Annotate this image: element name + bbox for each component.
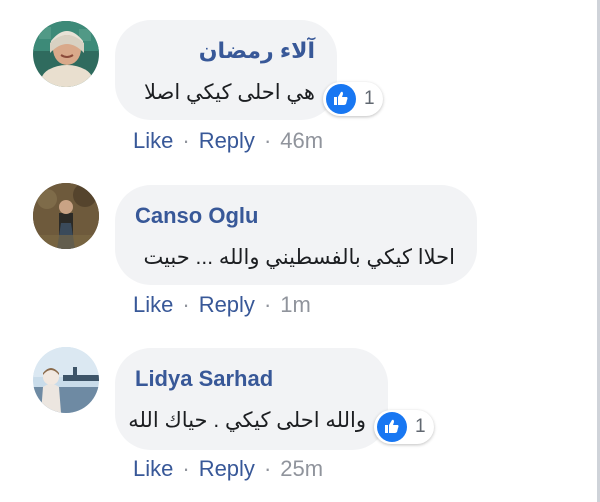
reply-link[interactable]: Reply: [199, 456, 255, 481]
comment-text: والله احلى كيكي . حياك الله: [128, 409, 366, 432]
comment-time[interactable]: 46m: [280, 128, 323, 153]
reaction-count: 1: [415, 416, 426, 437]
thumbs-up-icon: [377, 412, 407, 442]
avatar[interactable]: [33, 183, 99, 249]
like-link[interactable]: Like: [133, 456, 173, 481]
comment-actions: Like · Reply · 25m: [133, 456, 323, 482]
thumbs-up-icon: [326, 84, 356, 114]
avatar-image: [33, 183, 99, 249]
comment-text: احلاا كيكي بالفسطيني والله ... حبيت: [143, 246, 455, 269]
comment-time[interactable]: 1m: [280, 292, 311, 317]
reaction-badge[interactable]: 1: [323, 82, 383, 116]
avatar[interactable]: [33, 347, 99, 413]
avatar-image: [33, 21, 99, 87]
reply-link[interactable]: Reply: [199, 128, 255, 153]
like-link[interactable]: Like: [133, 292, 173, 317]
separator: ·: [182, 128, 190, 153]
comment-3: Lidya Sarhad والله احلى كيكي . حياك الله…: [0, 330, 597, 502]
reaction-count: 1: [364, 88, 375, 109]
separator: ·: [263, 292, 272, 317]
like-link[interactable]: Like: [133, 128, 173, 153]
comment-author[interactable]: Lidya Sarhad: [135, 366, 273, 392]
avatar-image: [33, 347, 99, 413]
separator: ·: [182, 292, 190, 317]
separator: ·: [182, 456, 190, 481]
comment-2: Canso Oglu احلاا كيكي بالفسطيني والله ..…: [0, 165, 597, 330]
reaction-badge[interactable]: 1: [374, 410, 434, 444]
comment-bubble: آلاء رمضان هي احلى كيكي اصلا: [115, 20, 337, 120]
comment-1: آلاء رمضان هي احلى كيكي اصلا 1 Like · Repl…: [0, 0, 597, 165]
comment-time[interactable]: 25m: [280, 456, 323, 481]
reply-link[interactable]: Reply: [199, 292, 255, 317]
comment-actions: Like · Reply · 46m: [133, 128, 323, 154]
comment-text: هي احلى كيكي اصلا: [144, 81, 315, 104]
separator: ·: [263, 456, 272, 481]
comment-bubble: Lidya Sarhad والله احلى كيكي . حياك الله: [115, 348, 388, 450]
avatar[interactable]: [33, 21, 99, 87]
comment-actions: Like · Reply · 1m: [133, 292, 311, 318]
comment-author[interactable]: آلاء رمضان: [199, 38, 315, 64]
comment-author[interactable]: Canso Oglu: [135, 203, 258, 229]
comment-bubble: Canso Oglu احلاا كيكي بالفسطيني والله ..…: [115, 185, 477, 285]
separator: ·: [263, 128, 272, 153]
